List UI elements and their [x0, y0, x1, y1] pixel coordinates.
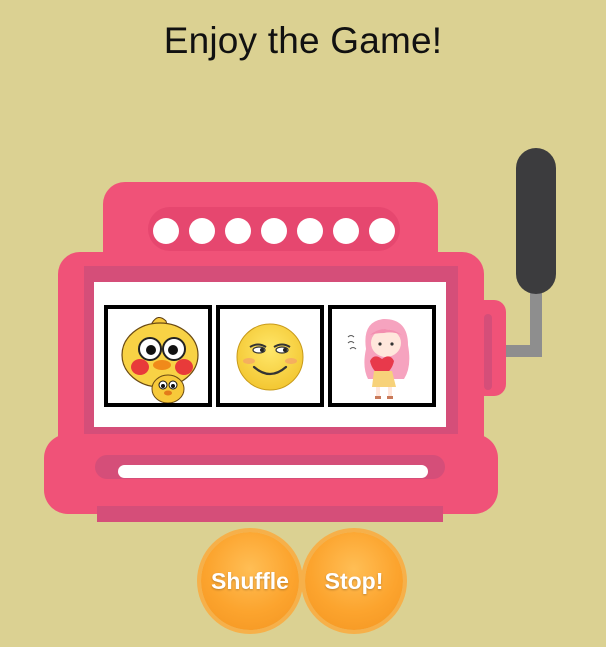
game-stage: Enjoy the Game! Shuffle Stop!: [0, 0, 606, 647]
smug-smiley-face-icon: [236, 323, 304, 391]
reel-3: [328, 305, 436, 407]
indicator-light-icon: [261, 218, 287, 244]
coin-slot: [118, 465, 428, 478]
page-title: Enjoy the Game!: [163, 20, 443, 61]
yellow-duck-sticker-icon: [121, 317, 199, 403]
indicator-light-icon: [189, 218, 215, 244]
stop-button[interactable]: Stop!: [305, 532, 403, 630]
indicator-light-icon: [153, 218, 179, 244]
lever-arm-joint: [504, 345, 542, 357]
base-skirt: [97, 506, 443, 522]
shuffle-button[interactable]: Shuffle: [201, 532, 299, 630]
indicator-light-icon: [369, 218, 395, 244]
side-panel-groove: [484, 314, 492, 390]
lever-handle-icon[interactable]: [516, 148, 556, 294]
indicator-light-icon: [225, 218, 251, 244]
reel-2: [216, 305, 324, 407]
reel-1: [104, 305, 212, 407]
indicator-light-icon: [333, 218, 359, 244]
pink-haired-girl-heart-icon: [347, 319, 410, 399]
indicator-light-icon: [297, 218, 323, 244]
